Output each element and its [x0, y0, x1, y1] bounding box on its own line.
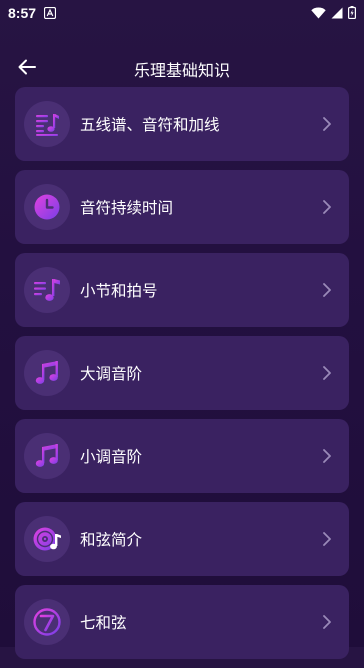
chevron-right-icon	[321, 199, 333, 215]
list-item-label: 和弦简介	[80, 531, 143, 549]
list-item-label: 小节和拍号	[80, 282, 158, 300]
list-item-seventh-chord[interactable]: 七和弦	[15, 585, 349, 659]
page-title: 乐理基础知识	[133, 61, 230, 80]
clock-icon	[34, 194, 60, 220]
icon-circle	[24, 267, 70, 313]
icon-circle	[24, 516, 70, 562]
icon-circle	[24, 101, 70, 147]
list-item-minor-scale[interactable]: 小调音阶	[15, 419, 349, 493]
chevron-right-icon	[321, 116, 333, 132]
battery-icon	[348, 4, 357, 23]
signal-icon	[331, 4, 343, 23]
list-item-staff-notes[interactable]: 五线谱、音符和加线	[15, 87, 349, 161]
icon-circle	[24, 350, 70, 396]
icon-circle	[24, 599, 70, 645]
list-item-note-duration[interactable]: 音符持续时间	[15, 170, 349, 244]
seven-icon	[33, 608, 61, 636]
chevron-right-icon	[321, 365, 333, 381]
list-item-chord-intro[interactable]: 和弦简介	[15, 502, 349, 576]
list-item-label: 七和弦	[80, 614, 127, 632]
wifi-icon	[311, 4, 326, 23]
chevron-right-icon	[321, 282, 333, 298]
music-note-icon	[35, 361, 58, 384]
list-item-label: 音符持续时间	[80, 199, 174, 217]
icon-circle	[24, 433, 70, 479]
notification-a-icon	[43, 4, 57, 23]
disc-note-icon	[33, 527, 61, 551]
list-item-major-scale[interactable]: 大调音阶	[15, 336, 349, 410]
list-item-measures-time-signature[interactable]: 小节和拍号	[15, 253, 349, 327]
icon-circle	[24, 184, 70, 230]
list-item-label: 五线谱、音符和加线	[80, 116, 220, 134]
chevron-right-icon	[321, 448, 333, 464]
lesson-list: 五线谱、音符和加线 音符持续时间 小节和拍号 大调音阶 小调音阶 和弦简介 七和…	[15, 87, 349, 668]
chevron-right-icon	[321, 614, 333, 630]
header: 乐理基础知识	[0, 50, 364, 84]
status-left: 8:57	[8, 4, 57, 23]
music-list-icon	[34, 279, 60, 301]
status-time: 8:57	[8, 5, 37, 21]
music-note-icon	[35, 444, 58, 467]
list-item-label: 大调音阶	[80, 365, 143, 383]
status-bar: 8:57	[0, 0, 364, 26]
status-right	[311, 4, 357, 23]
staff-icon	[36, 114, 59, 136]
chevron-right-icon	[321, 531, 333, 547]
list-item-label: 小调音阶	[80, 448, 143, 466]
